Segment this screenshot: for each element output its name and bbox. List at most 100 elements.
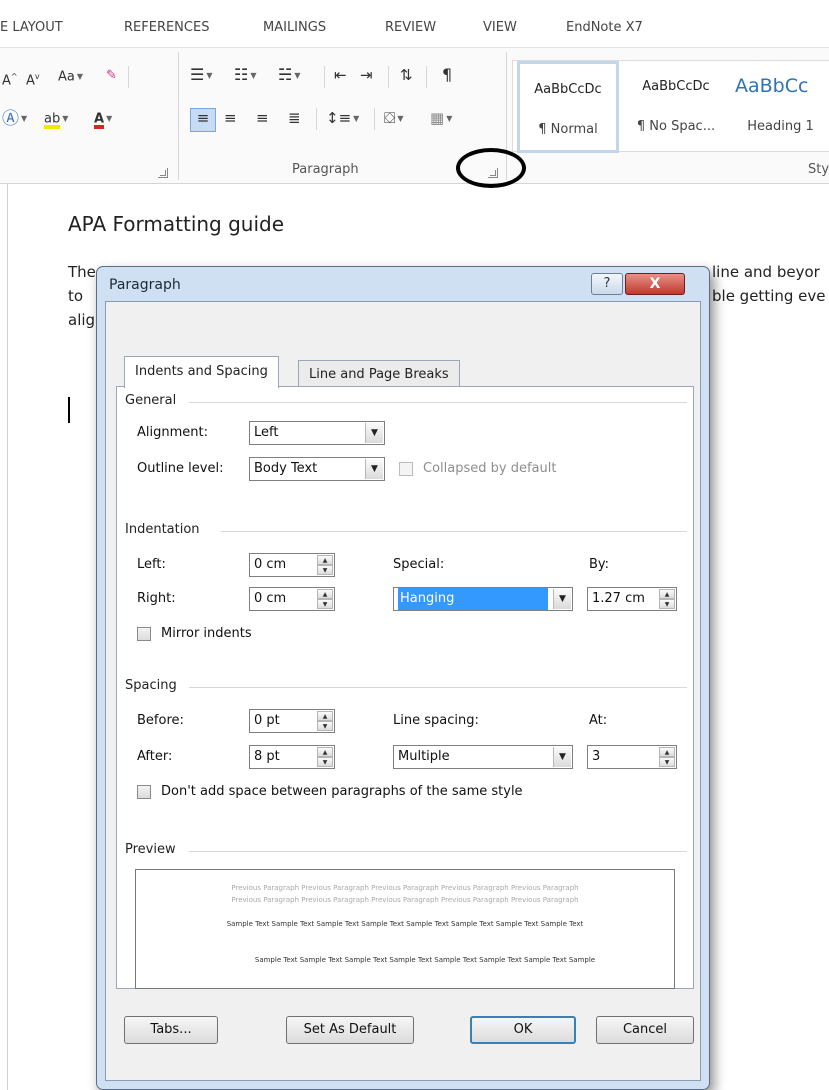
right-indent-value: 0 cm [254, 591, 287, 606]
borders-icon[interactable]: ▦ ▼ [430, 109, 452, 128]
spin-up-icon[interactable]: ▲ [317, 747, 333, 757]
by-label: By: [589, 557, 610, 572]
font-dialog-launcher-icon[interactable] [158, 168, 168, 178]
tab-endnote[interactable]: EndNote X7 [566, 20, 643, 35]
cancel-button[interactable]: Cancel [596, 1016, 694, 1044]
grow-font-icon[interactable]: A^ [2, 68, 18, 90]
decrease-indent-icon[interactable]: ⇤ [334, 66, 347, 84]
chevron-down-icon[interactable]: ▼ [365, 459, 383, 479]
increase-indent-icon[interactable]: ⇥ [360, 66, 373, 84]
chevron-down-icon[interactable]: ▼ [365, 423, 383, 443]
special-indent-select[interactable]: Hanging ▼ [393, 587, 573, 611]
by-spinner[interactable]: 1.27 cm ▲ ▼ [587, 587, 677, 611]
line-spacing-select[interactable]: Multiple ▼ [393, 745, 573, 769]
document-heading[interactable]: APA Formatting guide [68, 212, 284, 236]
document-text-line[interactable]: ble getting eve [712, 286, 826, 306]
by-value: 1.27 cm [592, 591, 645, 606]
tab-indents-and-spacing[interactable]: Indents and Spacing [124, 356, 279, 388]
dont-add-space-label: Don't add space between paragraphs of th… [161, 784, 523, 799]
style-sample: AaBbCcDc [642, 79, 710, 94]
show-formatting-marks-icon[interactable]: ¶ [442, 66, 452, 84]
sort-icon[interactable]: ⇅ [400, 66, 413, 84]
spin-up-icon[interactable]: ▲ [317, 711, 333, 721]
chevron-down-icon[interactable]: ▼ [553, 747, 571, 767]
text-effects-icon[interactable]: Ⓐ ▼ [2, 110, 27, 128]
document-text-line[interactable]: to [68, 286, 83, 306]
separator [128, 66, 129, 88]
style-heading-1[interactable]: AaBbCc Heading 1 [731, 61, 829, 153]
general-heading: General [125, 393, 177, 408]
preview-heading: Preview [125, 842, 176, 857]
at-label: At: [589, 713, 608, 728]
before-spinner[interactable]: 0 pt ▲ ▼ [249, 709, 335, 733]
line-spacing-icon[interactable]: ↕≡ ▼ [326, 109, 359, 128]
section-divider [189, 851, 687, 852]
left-indent-spinner[interactable]: 0 cm ▲ ▼ [249, 553, 335, 577]
shrink-font-icon[interactable]: Av [26, 68, 40, 90]
dont-add-space-checkbox[interactable] [137, 785, 151, 799]
spin-up-icon[interactable]: ▲ [317, 555, 333, 565]
spin-up-icon[interactable]: ▲ [659, 589, 675, 599]
spin-down-icon[interactable]: ▼ [317, 565, 333, 575]
tab-references[interactable]: REFERENCES [124, 20, 209, 35]
section-divider [221, 531, 687, 532]
tab-page-layout[interactable]: E LAYOUT [0, 20, 63, 35]
shading-icon[interactable]: ⛋ ▼ [384, 109, 404, 128]
document-text-line[interactable]: The [68, 262, 96, 282]
change-case-button[interactable]: Aa ▼ [58, 68, 83, 87]
align-left-icon[interactable]: ≡ [190, 108, 216, 132]
separator [374, 108, 375, 130]
highlight-color-button[interactable]: ab ▼ [44, 110, 68, 129]
separator [316, 108, 317, 130]
tab-line-and-page-breaks[interactable]: Line and Page Breaks [298, 360, 460, 388]
style-no-spacing[interactable]: AaBbCcDc ¶ No Spac... [625, 61, 727, 153]
preview-previous-line: Previous Paragraph Previous Paragraph Pr… [231, 884, 579, 892]
alignment-select[interactable]: Left ▼ [249, 421, 385, 445]
before-label: Before: [137, 713, 184, 728]
group-separator [178, 52, 179, 180]
spin-up-icon[interactable]: ▲ [659, 747, 675, 757]
section-divider [189, 687, 687, 688]
outline-level-select[interactable]: Body Text ▼ [249, 457, 385, 481]
document-text-line[interactable]: alig [68, 310, 95, 330]
close-button[interactable]: X [625, 273, 685, 295]
spin-down-icon[interactable]: ▼ [317, 599, 333, 609]
right-indent-label: Right: [137, 591, 176, 606]
chevron-down-icon[interactable]: ▼ [553, 589, 571, 609]
spin-down-icon[interactable]: ▼ [317, 721, 333, 731]
font-color-button[interactable]: A ▼ [94, 110, 112, 129]
text-cursor [68, 397, 70, 423]
justify-icon[interactable]: ≣ [288, 109, 301, 127]
tab-review[interactable]: REVIEW [385, 20, 436, 35]
outline-level-value: Body Text [254, 461, 318, 476]
clear-formatting-icon[interactable]: ✎ [106, 67, 117, 85]
spin-down-icon[interactable]: ▼ [659, 599, 675, 609]
spin-up-icon[interactable]: ▲ [317, 589, 333, 599]
ok-button[interactable]: OK [470, 1016, 576, 1044]
set-as-default-button[interactable]: Set As Default [286, 1016, 414, 1044]
mirror-indents-label: Mirror indents [161, 626, 252, 641]
at-spinner[interactable]: 3 ▲ ▼ [587, 745, 677, 769]
tabs-button[interactable]: Tabs... [124, 1016, 218, 1044]
mirror-indents-checkbox[interactable] [137, 627, 151, 641]
spin-down-icon[interactable]: ▼ [317, 757, 333, 767]
align-right-icon[interactable]: ≡ [256, 109, 269, 127]
after-spinner[interactable]: 8 pt ▲ ▼ [249, 745, 335, 769]
document-text-line[interactable]: line and beyor [712, 262, 820, 282]
before-value: 0 pt [254, 713, 280, 728]
spin-down-icon[interactable]: ▼ [659, 757, 675, 767]
align-center-icon[interactable]: ≡ [224, 109, 237, 127]
styles-group-label: Sty [808, 162, 829, 177]
numbering-icon[interactable]: ☷ ▼ [234, 66, 257, 85]
right-indent-spinner[interactable]: 0 cm ▲ ▼ [249, 587, 335, 611]
tab-mailings[interactable]: MAILINGS [263, 20, 326, 35]
style-normal[interactable]: AaBbCcDc ¶ Normal [517, 61, 619, 153]
collapsed-by-default-checkbox[interactable] [399, 462, 413, 476]
bullets-icon[interactable]: ☰ ▼ [190, 66, 213, 85]
tab-view[interactable]: VIEW [483, 20, 517, 35]
paragraph-dialog: Paragraph ? X Indents and Spacing Line a… [96, 266, 710, 1090]
help-button[interactable]: ? [591, 273, 623, 295]
preview-previous-line: Previous Paragraph Previous Paragraph Pr… [231, 896, 579, 904]
style-label: ¶ No Spac... [636, 119, 716, 134]
multilevel-list-icon[interactable]: ☵ ▼ [278, 66, 301, 85]
